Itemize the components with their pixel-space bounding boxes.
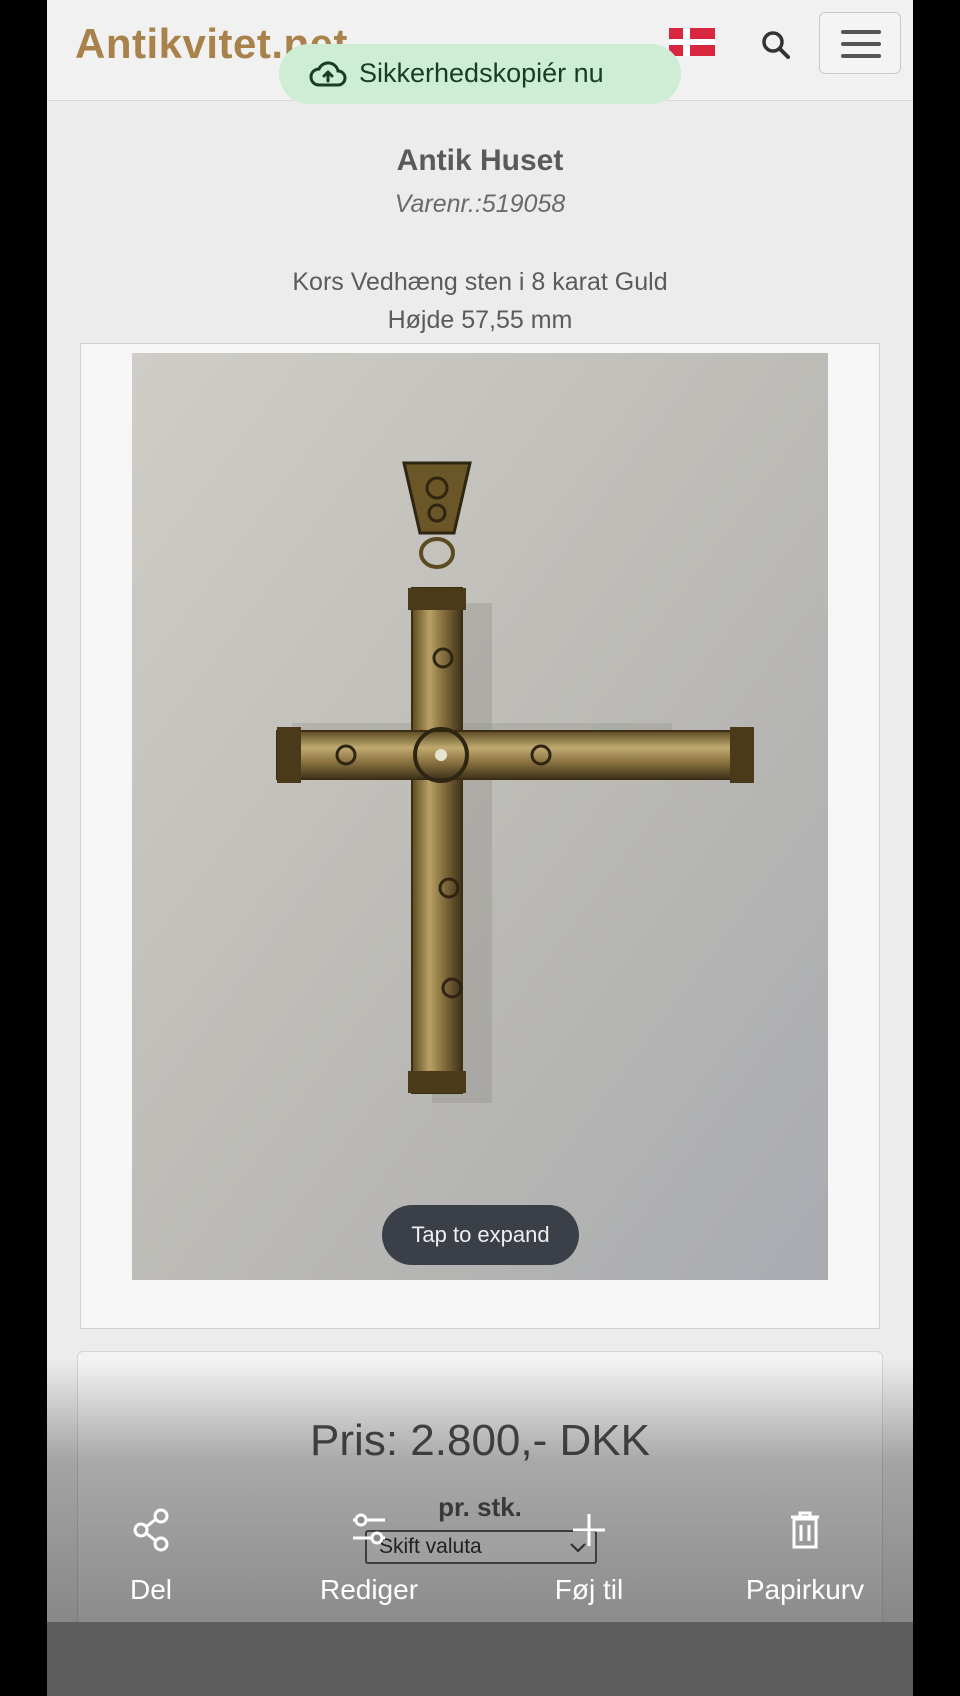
item-number: Varenr.:519058: [394, 190, 566, 218]
backup-toast[interactable]: Sikkerhedskopiér nu: [279, 44, 681, 104]
hamburger-menu-icon[interactable]: [819, 12, 901, 74]
phone-screen: Antikvitet.net Sikkerhedskopiér nu Antik…: [47, 0, 913, 1696]
add-to-action-label: Føj til: [554, 1574, 624, 1605]
trash-icon: [791, 1511, 819, 1549]
trash-action[interactable]: Papirkurv: [715, 1508, 895, 1606]
backup-toast-label: Sikkerhedskopiér nu: [359, 58, 604, 88]
edit-action-label: Rediger: [319, 1574, 419, 1605]
cloud-upload-icon: [309, 61, 347, 87]
bottom-gray-bar: [47, 1622, 913, 1696]
share-action-label: Del: [129, 1574, 172, 1605]
edit-sliders-icon: [353, 1513, 385, 1545]
tap-to-expand-hint[interactable]: Tap to expand: [382, 1205, 579, 1265]
product-price: Pris: 2.800,- DKK: [310, 1416, 650, 1465]
product-description-line1: Kors Vedhæng sten i 8 karat Guld: [292, 268, 668, 296]
danish-flag-icon[interactable]: [669, 28, 715, 56]
share-action[interactable]: Del: [61, 1508, 241, 1606]
edit-action[interactable]: Rediger: [279, 1508, 459, 1606]
store-name[interactable]: Antik Huset: [47, 144, 913, 178]
add-to-action[interactable]: Føj til: [499, 1508, 679, 1606]
product-photo[interactable]: [132, 353, 828, 1280]
trash-action-label: Papirkurv: [745, 1574, 865, 1605]
plus-icon: [573, 1514, 605, 1546]
search-icon[interactable]: [759, 28, 793, 62]
share-icon: [133, 1508, 169, 1552]
product-description-line2: Højde 57,55 mm: [387, 306, 573, 334]
